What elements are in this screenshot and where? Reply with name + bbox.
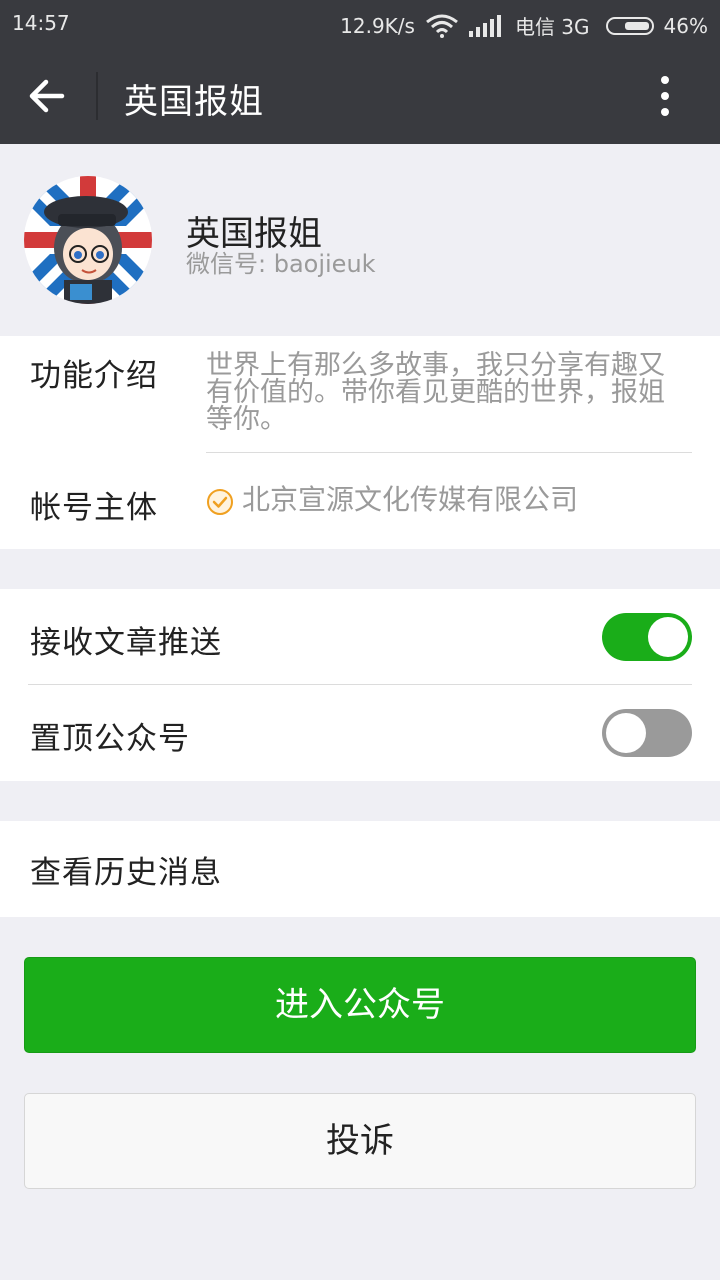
network-speed: 12.9K/s bbox=[340, 13, 415, 38]
pin-top-toggle[interactable] bbox=[602, 709, 692, 757]
profile-header: 英国报姐 微信号: baojieuk bbox=[0, 144, 720, 336]
pin-top-label: 置顶公众号 bbox=[30, 721, 190, 757]
more-vertical-icon bbox=[661, 76, 669, 116]
battery-percent: 46% bbox=[663, 13, 708, 38]
more-button[interactable] bbox=[650, 74, 680, 118]
owner-label: 帐号主体 bbox=[30, 490, 158, 526]
intro-line: 世界上有那么多故事，我只分享有趣又 bbox=[206, 350, 665, 381]
status-time: 14:57 bbox=[12, 11, 70, 35]
title-divider bbox=[96, 72, 98, 120]
settings-card: 接收文章推送 置顶公众号 bbox=[0, 589, 720, 781]
enter-account-button[interactable]: 进入公众号 bbox=[24, 957, 696, 1053]
wifi-icon bbox=[426, 14, 458, 38]
history-row[interactable]: 查看历史消息 bbox=[0, 821, 720, 917]
owner-value: 北京宣源文化传媒有限公司 bbox=[242, 483, 579, 516]
carrier: 电信 3G bbox=[514, 15, 590, 39]
receive-push-label: 接收文章推送 bbox=[30, 625, 222, 661]
avatar[interactable] bbox=[24, 176, 152, 304]
row-divider bbox=[206, 452, 692, 453]
verified-check-icon bbox=[207, 489, 233, 515]
toggle-knob bbox=[648, 617, 688, 657]
signal-icon bbox=[468, 14, 501, 37]
row-divider bbox=[28, 684, 692, 685]
arrow-left-icon bbox=[29, 79, 65, 113]
page-title: 英国报姐 bbox=[124, 82, 264, 122]
back-button[interactable] bbox=[22, 74, 76, 118]
intro-text: 世界上有那么多故事，我只分享有趣又 有价值的。带你看见更酷的世界，报姐 等你。 bbox=[206, 352, 665, 433]
status-bar: 14:57 12.9K/s 电信 3G 46% bbox=[0, 0, 720, 48]
wechat-id: 微信号: baojieuk bbox=[186, 250, 376, 278]
avatar-image bbox=[24, 176, 152, 304]
receive-push-toggle[interactable] bbox=[602, 613, 692, 661]
account-info-card: 功能介绍 世界上有那么多故事，我只分享有趣又 有价值的。带你看见更酷的世界，报姐… bbox=[0, 336, 720, 549]
toggle-knob bbox=[606, 713, 646, 753]
intro-line: 等你。 bbox=[206, 404, 287, 435]
intro-label: 功能介绍 bbox=[30, 358, 158, 394]
status-right: 12.9K/s 电信 3G 46% bbox=[340, 11, 708, 40]
report-button[interactable]: 投诉 bbox=[24, 1093, 696, 1189]
battery-icon bbox=[605, 16, 654, 35]
title-bar: 英国报姐 bbox=[0, 48, 720, 144]
history-label: 查看历史消息 bbox=[30, 855, 222, 891]
intro-line: 有价值的。带你看见更酷的世界，报姐 bbox=[206, 377, 665, 408]
